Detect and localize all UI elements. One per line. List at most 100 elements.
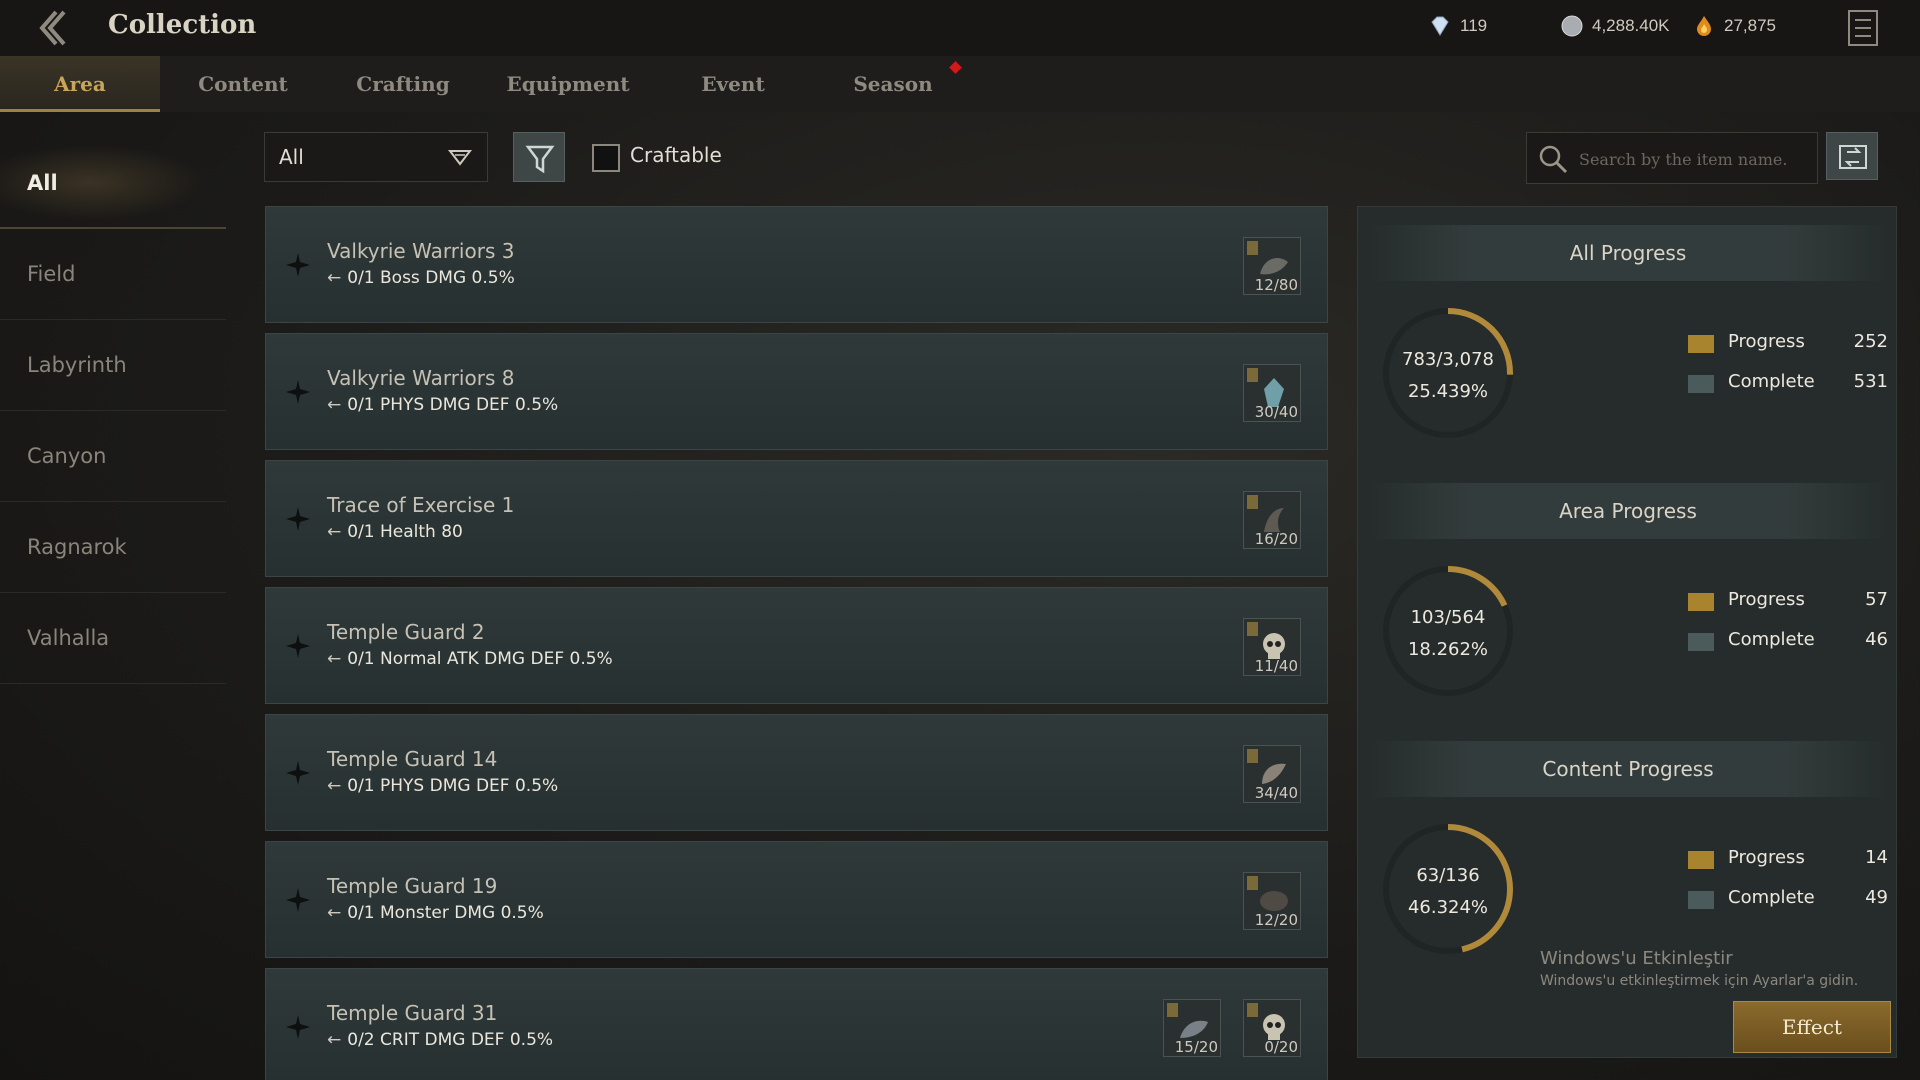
material-count: 30/40 (1254, 403, 1298, 421)
collection-row[interactable]: Trace of Exercise 1 ← 0/1 Health 80 16/20 (265, 460, 1328, 577)
sidebar-item-valhalla[interactable]: Valhalla (0, 593, 226, 684)
material-slot[interactable]: 0/20 (1243, 999, 1301, 1057)
legend-label: Progress (1728, 589, 1805, 610)
dropdown-value: All (279, 145, 304, 169)
back-chevron-icon[interactable] (30, 6, 74, 50)
legend-label: Progress (1728, 847, 1805, 868)
top-bar: Collection 119 4,288.40K 27,875 (0, 0, 1920, 56)
collection-row[interactable]: Temple Guard 2 ← 0/1 Normal ATK DMG DEF 0… (265, 587, 1328, 704)
collection-name: Temple Guard 31 (327, 1001, 498, 1025)
star-icon (284, 632, 312, 660)
sidebar-item-canyon[interactable]: Canyon (0, 411, 226, 502)
collection-row[interactable]: Valkyrie Warriors 8 ← 0/1 PHYS DMG DEF 0.… (265, 333, 1328, 450)
collection-name: Temple Guard 19 (327, 874, 498, 898)
sidebar-item-field[interactable]: Field (0, 229, 226, 320)
material-slot[interactable]: 34/40 (1243, 745, 1301, 803)
area-progress-percent: 18.262% (1407, 639, 1489, 660)
category-tabs: Area Content Crafting Equipment Event Se… (0, 56, 1920, 112)
area-progress-fraction: 103/564 (1410, 607, 1486, 628)
diamond-icon (1428, 14, 1452, 38)
complete-swatch (1688, 891, 1714, 909)
reset-button[interactable] (1826, 132, 1878, 180)
legend-value: 57 (1865, 589, 1888, 610)
stat-text: 0/2 CRIT DMG DEF 0.5% (347, 1030, 554, 1050)
page-title: Collection (108, 10, 257, 40)
stat-text: 0/1 Boss DMG 0.5% (347, 268, 515, 288)
stat-text: 0/1 PHYS DMG DEF 0.5% (347, 776, 559, 796)
progress-swatch (1688, 851, 1714, 869)
flame-icon (1692, 14, 1716, 38)
collection-row[interactable]: Temple Guard 31 ← 0/2 CRIT DMG DEF 0.5% 1… (265, 968, 1328, 1080)
tab-event[interactable]: Event (653, 56, 813, 112)
progress-swatch (1688, 593, 1714, 611)
collection-stat: ← 0/1 PHYS DMG DEF 0.5% (327, 395, 559, 415)
currency-value: 27,875 (1724, 16, 1776, 35)
legend-progress: Progress 252 (1688, 329, 1888, 359)
filter-button[interactable] (513, 132, 565, 182)
menu-icon[interactable] (1846, 8, 1882, 48)
currency-flame: 27,875 (1692, 14, 1776, 38)
collection-stat: ← 0/1 Monster DMG 0.5% (327, 903, 544, 923)
area-progress-title: Area Progress (1559, 499, 1697, 523)
search-icon (1537, 143, 1569, 175)
material-count: 0/20 (1264, 1038, 1298, 1056)
material-slot[interactable]: 11/40 (1243, 618, 1301, 676)
progress-swatch (1688, 335, 1714, 353)
sidebar-item-labyrinth[interactable]: Labyrinth (0, 320, 226, 411)
funnel-icon (514, 145, 566, 187)
star-icon (284, 1013, 312, 1041)
search-input[interactable] (1579, 145, 1809, 173)
material-slot[interactable]: 12/20 (1243, 872, 1301, 930)
content-progress-ring (1383, 824, 1513, 954)
craftable-checkbox[interactable] (592, 144, 620, 172)
craftable-label: Craftable (630, 143, 722, 167)
sidebar-item-ragnarok[interactable]: Ragnarok (0, 502, 226, 593)
legend-value: 14 (1865, 847, 1888, 868)
collection-name: Valkyrie Warriors 3 (327, 239, 515, 263)
collection-stat: ← 0/2 CRIT DMG DEF 0.5% (327, 1030, 554, 1050)
star-icon (284, 886, 312, 914)
legend-complete: Complete 49 (1688, 885, 1888, 915)
collection-row[interactable]: Temple Guard 14 ← 0/1 PHYS DMG DEF 0.5% 3… (265, 714, 1328, 831)
legend-complete: Complete 46 (1688, 627, 1888, 657)
collection-row[interactable]: Temple Guard 19 ← 0/1 Monster DMG 0.5% 12… (265, 841, 1328, 958)
content-progress-fraction: 63/136 (1416, 865, 1480, 886)
tab-area[interactable]: Area (0, 56, 160, 112)
currency-silver: 4,288.40K (1560, 14, 1670, 38)
progress-panel: All Progress 783/3,078 25.439% Progress … (1357, 206, 1897, 1058)
collection-row[interactable]: Valkyrie Warriors 3 ← 0/1 Boss DMG 0.5% 1… (265, 206, 1328, 323)
collection-name: Trace of Exercise 1 (327, 493, 515, 517)
area-sidebar: All Field Labyrinth Canyon Ragnarok Valh… (0, 138, 226, 684)
windows-activation-notice: Windows'u Etkinleştir Windows'u etkinleş… (1540, 948, 1858, 989)
silver-coin-icon (1560, 14, 1584, 38)
tab-equipment[interactable]: Equipment (488, 56, 648, 112)
currency-value: 4,288.40K (1592, 16, 1670, 35)
material-slot[interactable]: 30/40 (1243, 364, 1301, 422)
legend-label: Complete (1728, 887, 1815, 908)
material-count: 34/40 (1254, 784, 1298, 802)
material-count: 11/40 (1254, 657, 1298, 675)
star-icon (284, 378, 312, 406)
material-slot[interactable]: 16/20 (1243, 491, 1301, 549)
collection-stat: ← 0/1 Boss DMG 0.5% (327, 268, 515, 288)
stat-text: 0/1 Health 80 (347, 522, 463, 542)
tab-content[interactable]: Content (163, 56, 323, 112)
legend-value: 49 (1865, 887, 1888, 908)
effect-button[interactable]: Effect (1733, 1001, 1891, 1053)
collection-stat: ← 0/1 Health 80 (327, 522, 463, 542)
notice-line-1: Windows'u Etkinleştir (1540, 948, 1733, 969)
material-slot[interactable]: 12/80 (1243, 237, 1301, 295)
stat-text: 0/1 Monster DMG 0.5% (347, 903, 544, 923)
material-slot[interactable]: 15/20 (1163, 999, 1221, 1057)
tab-crafting[interactable]: Crafting (323, 56, 483, 112)
collection-stat: ← 0/1 Normal ATK DMG DEF 0.5% (327, 649, 613, 669)
legend-label: Progress (1728, 331, 1805, 352)
sidebar-item-all[interactable]: All (0, 138, 226, 229)
content-progress-percent: 46.324% (1407, 897, 1489, 918)
complete-swatch (1688, 375, 1714, 393)
filter-dropdown[interactable]: All (264, 132, 488, 182)
complete-swatch (1688, 633, 1714, 651)
legend-value: 46 (1865, 629, 1888, 650)
search-box (1526, 132, 1818, 184)
tab-season[interactable]: Season (813, 56, 973, 112)
